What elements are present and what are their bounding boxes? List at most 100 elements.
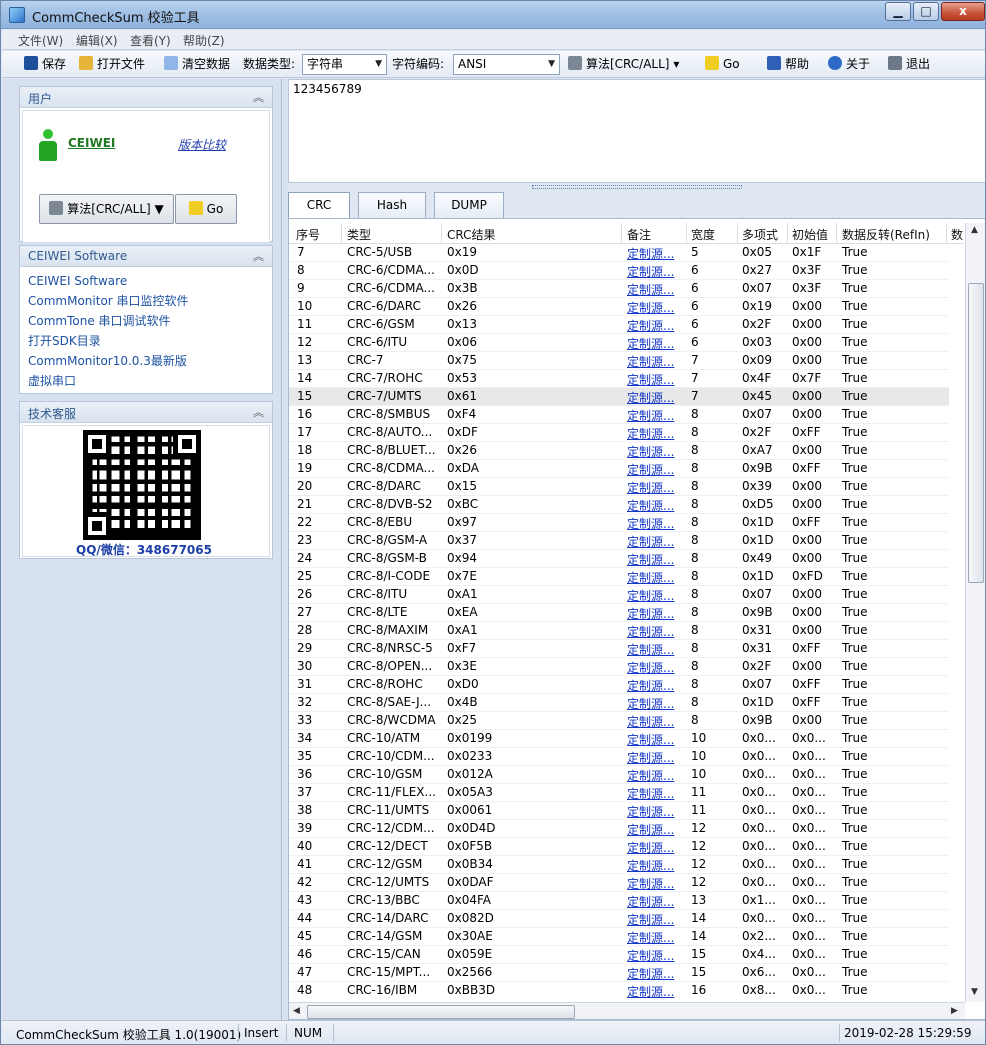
table-row[interactable]: 27CRC-8/LTE0xEA定制源...80x9B0x00TrueTr: [289, 604, 949, 622]
exit-button[interactable]: 退出: [888, 56, 930, 74]
scroll-up-icon[interactable]: ▲: [971, 225, 978, 235]
table-row[interactable]: 36 CRC-10/GSM 0x012A 定制源... 10 0x0... 0x0... Tr…: [289, 766, 949, 784]
version-compare-link[interactable]: 版本比较: [178, 136, 226, 153]
vertical-scrollbar[interactable]: ▲ ▼: [965, 223, 985, 1002]
about-button[interactable]: 关于: [828, 56, 870, 74]
cell-remark[interactable]: 定制源...: [627, 281, 685, 298]
cell-remark[interactable]: 定制源...: [627, 317, 685, 334]
table-row[interactable]: 48 CRC-16/IBM 0xBB3D 定制源... 16 0x8... 0x0... Tr…: [289, 982, 949, 999]
table-row[interactable]: 23CRC-8/GSM-A0x37定制源...80x1D0x00TrueTr: [289, 532, 949, 550]
cell-remark[interactable]: 定制源...: [627, 857, 685, 874]
cell-remark[interactable]: 定制源...: [627, 551, 685, 568]
cell-remark[interactable]: 定制源...: [627, 731, 685, 748]
table-row[interactable]: 44 CRC-14/DARC 0x082D 定制源... 14 0x0... 0x0... T…: [289, 910, 949, 928]
table-row[interactable]: 8CRC-6/CDMA...0x0D定制源...60x270x3FTrueTr: [289, 262, 949, 280]
tab-crc[interactable]: CRC: [288, 192, 350, 218]
table-row[interactable]: 34 CRC-10/ATM 0x0199 定制源... 10 0x0... 0x0... Tr…: [289, 730, 949, 748]
menu-view[interactable]: 查看(Y): [130, 32, 171, 49]
table-row[interactable]: 14CRC-7/ROHC0x53定制源...70x4F0x7FTrueTr: [289, 370, 949, 388]
cell-remark[interactable]: 定制源...: [627, 263, 685, 280]
table-row[interactable]: 9CRC-6/CDMA...0x3B定制源...60x070x3FTrueTr: [289, 280, 949, 298]
horizontal-scroll-thumb[interactable]: [307, 1005, 575, 1019]
table-row[interactable]: 46 CRC-15/CAN 0x059E 定制源... 15 0x4... 0x0... Tr…: [289, 946, 949, 964]
cell-remark[interactable]: 定制源...: [627, 641, 685, 658]
cell-remark[interactable]: 定制源...: [627, 839, 685, 856]
cell-remark[interactable]: 定制源...: [627, 497, 685, 514]
column-index[interactable]: 序号: [296, 226, 340, 243]
cell-remark[interactable]: 定制源...: [627, 407, 685, 424]
scroll-left-icon[interactable]: ◀: [293, 1006, 300, 1016]
cell-remark[interactable]: 定制源...: [627, 767, 685, 784]
software-link-commmonitor[interactable]: CommMonitor 串口监控软件: [28, 291, 264, 311]
close-button[interactable]: x: [941, 2, 985, 21]
horizontal-scrollbar[interactable]: ◀ ▶: [289, 1002, 965, 1019]
column-type[interactable]: 类型: [347, 226, 441, 243]
menu-file[interactable]: 文件(W): [18, 32, 63, 49]
algorithm-button[interactable]: 算法[CRC/ALL] ▾: [568, 56, 679, 74]
cell-remark[interactable]: 定制源...: [627, 353, 685, 370]
help-button[interactable]: 帮助: [767, 56, 809, 74]
cell-remark[interactable]: 定制源...: [627, 515, 685, 532]
cell-remark[interactable]: 定制源...: [627, 245, 685, 262]
cell-remark[interactable]: 定制源...: [627, 533, 685, 550]
cell-remark[interactable]: 定制源...: [627, 425, 685, 442]
software-link-commtone[interactable]: CommTone 串口调试软件: [28, 311, 264, 331]
table-row[interactable]: 39 CRC-12/CDM... 0x0D4D 定制源... 12 0x0... 0x0..…: [289, 820, 949, 838]
cell-remark[interactable]: 定制源...: [627, 587, 685, 604]
cell-remark[interactable]: 定制源...: [627, 929, 685, 946]
title-bar[interactable]: CommCheckSum 校验工具 ▁ □ x: [1, 1, 985, 29]
tab-dump[interactable]: DUMP: [434, 192, 504, 218]
table-row[interactable]: 26CRC-8/ITU0xA1定制源...80x070x00TrueTr: [289, 586, 949, 604]
cell-remark[interactable]: 定制源...: [627, 659, 685, 676]
column-width[interactable]: 宽度: [691, 226, 737, 243]
table-row[interactable]: 29CRC-8/NRSC-50xF7定制源...80x310xFFTrueTr: [289, 640, 949, 658]
go-button[interactable]: Go: [705, 56, 740, 74]
cell-remark[interactable]: 定制源...: [627, 749, 685, 766]
cell-remark[interactable]: 定制源...: [627, 479, 685, 496]
column-polynomial[interactable]: 多项式: [742, 226, 788, 243]
table-row[interactable]: 12CRC-6/ITU0x06定制源...60x030x00TrueTr: [289, 334, 949, 352]
software-link-sdk[interactable]: 打开SDK目录: [28, 331, 264, 351]
table-row[interactable]: 30CRC-8/OPEN...0x3E定制源...80x2F0x00TrueTr: [289, 658, 949, 676]
table-row[interactable]: 24CRC-8/GSM-B0x94定制源...80x490x00TrueTr: [289, 550, 949, 568]
scroll-down-icon[interactable]: ▼: [971, 987, 978, 997]
cell-remark[interactable]: 定制源...: [627, 785, 685, 802]
table-row[interactable]: 43 CRC-13/BBC 0x04FA 定制源... 13 0x1... 0x0... Tr…: [289, 892, 949, 910]
clear-data-button[interactable]: 清空数据: [164, 56, 230, 74]
software-panel-header[interactable]: CEIWEI Software ︽: [20, 246, 272, 267]
encoding-select[interactable]: ANSI ▼: [453, 54, 560, 75]
maximize-button[interactable]: □: [913, 2, 939, 21]
sidebar-go-button[interactable]: Go: [175, 194, 237, 224]
sidebar-algorithm-button[interactable]: 算法[CRC/ALL] ▼: [39, 194, 174, 224]
table-row[interactable]: 37 CRC-11/FLEX... 0x05A3 定制源... 11 0x0... 0x0.…: [289, 784, 949, 802]
collapse-icon[interactable]: ︽: [253, 248, 264, 264]
cell-remark[interactable]: 定制源...: [627, 911, 685, 928]
cell-remark[interactable]: 定制源...: [627, 371, 685, 388]
cell-remark[interactable]: 定制源...: [627, 443, 685, 460]
cell-remark[interactable]: 定制源...: [627, 569, 685, 586]
table-row[interactable]: 42 CRC-12/UMTS 0x0DAF 定制源... 12 0x0... 0x0... T…: [289, 874, 949, 892]
cell-remark[interactable]: 定制源...: [627, 875, 685, 892]
software-link-latest[interactable]: CommMonitor10.0.3最新版: [28, 351, 264, 371]
tab-hash[interactable]: Hash: [358, 192, 426, 218]
table-row[interactable]: 31CRC-8/ROHC0xD0定制源...80x070xFFTrueTr: [289, 676, 949, 694]
menu-help[interactable]: 帮助(Z): [183, 32, 225, 49]
table-row[interactable]: 35 CRC-10/CDM... 0x0233 定制源... 10 0x0... 0x0..…: [289, 748, 949, 766]
table-row[interactable]: 25CRC-8/I-CODE0x7E定制源...80x1D0xFDTrueTr: [289, 568, 949, 586]
cell-remark[interactable]: 定制源...: [627, 461, 685, 478]
open-file-button[interactable]: 打开文件: [79, 56, 145, 74]
horizontal-splitter[interactable]: [288, 183, 985, 191]
table-row[interactable]: 19CRC-8/CDMA...0xDA定制源...80x9B0xFFTrueTr: [289, 460, 949, 478]
software-link-virtual-port[interactable]: 虚拟串口: [28, 371, 264, 391]
column-init[interactable]: 初始值: [792, 226, 836, 243]
collapse-icon[interactable]: ︽: [253, 89, 264, 105]
cell-remark[interactable]: 定制源...: [627, 713, 685, 730]
collapse-icon[interactable]: ︽: [253, 404, 264, 420]
table-row[interactable]: 18CRC-8/BLUET...0x26定制源...80xA70x00TrueT…: [289, 442, 949, 460]
cell-remark[interactable]: 定制源...: [627, 299, 685, 316]
column-remark[interactable]: 备注: [627, 226, 687, 243]
scroll-thumb[interactable]: [968, 283, 984, 583]
table-row[interactable]: 28CRC-8/MAXIM0xA1定制源...80x310x00TrueTr: [289, 622, 949, 640]
cell-remark[interactable]: 定制源...: [627, 389, 685, 406]
table-row[interactable]: 16CRC-8/SMBUS0xF4定制源...80x070x00TrueTr: [289, 406, 949, 424]
